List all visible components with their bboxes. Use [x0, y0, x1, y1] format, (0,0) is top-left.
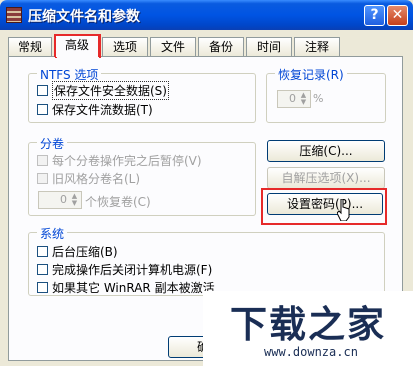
watermark-title: 下载之家: [230, 303, 386, 346]
watermark-url: www.downza.cn: [264, 345, 358, 359]
help-button[interactable]: ?: [364, 5, 385, 26]
tab-advanced[interactable]: 高级: [54, 34, 100, 57]
checkbox-box[interactable]: [37, 155, 48, 166]
background-compress-checkbox[interactable]: 后台压缩(B): [37, 244, 118, 259]
checkbox-label: 完成操作后关闭计算机电源(F): [52, 263, 213, 277]
mouse-cursor-icon: [337, 199, 350, 221]
recovery-unit: %: [313, 92, 324, 105]
pause-after-volume-checkbox[interactable]: 每个分卷操作完之后暂停(V): [37, 153, 202, 168]
checkbox-box[interactable]: [37, 246, 48, 257]
tab-backup[interactable]: 备份: [198, 37, 244, 56]
tab-comment[interactable]: 注释: [294, 37, 340, 56]
close-icon: ✕: [391, 7, 404, 23]
recovery-value: 0: [289, 92, 296, 105]
tab-time[interactable]: 时间: [246, 37, 292, 56]
compress-button[interactable]: 压缩(C)...: [267, 140, 385, 162]
checkbox-label: 后台压缩(B): [52, 245, 118, 259]
system-group-label: 系统: [37, 225, 68, 242]
tab-files[interactable]: 文件: [150, 37, 196, 56]
recovery-volumes-label: 个恢复卷(C): [85, 195, 151, 209]
recovery-spinner[interactable]: 0 ▲ ▼: [277, 90, 311, 108]
recovery-group-label: 恢复记录(R): [275, 66, 347, 83]
save-streams-checkbox[interactable]: 保存文件流数据(T): [37, 102, 153, 117]
checkbox-label: 旧风格分卷名(L): [52, 172, 141, 186]
checkbox-box[interactable]: [37, 85, 48, 96]
password-highlight: [261, 188, 387, 225]
tab-bar: 常规 高级 选项 文件 备份 时间 注释: [6, 34, 406, 57]
checkbox-label: 每个分卷操作完之后暂停(V): [52, 154, 202, 168]
recovery-volumes-value: 0: [60, 193, 67, 206]
tab-options[interactable]: 选项: [102, 37, 148, 56]
winrar-icon: [6, 7, 22, 23]
recovery-volumes-spinner[interactable]: 0 ▲ ▼: [38, 191, 82, 209]
wait-other-copy-checkbox[interactable]: 如果其它 WinRAR 副本被激活: [37, 280, 215, 295]
checkbox-box[interactable]: [37, 104, 48, 115]
spin-arrows-icon[interactable]: ▲ ▼: [69, 193, 80, 207]
checkbox-label: 保存文件流数据(T): [52, 103, 153, 117]
split-group-label: 分卷: [37, 135, 68, 152]
checkbox-box[interactable]: [37, 173, 48, 184]
save-security-checkbox[interactable]: 保存文件安全数据(S): [37, 81, 169, 100]
spin-arrows-icon[interactable]: ▲ ▼: [298, 92, 309, 106]
checkbox-label: 保存文件安全数据(S): [52, 81, 169, 100]
shutdown-checkbox[interactable]: 完成操作后关闭计算机电源(F): [37, 262, 212, 277]
title-bar[interactable]: 压缩文件名和参数 ? ✕: [0, 0, 413, 30]
window-title: 压缩文件名和参数: [28, 9, 140, 25]
close-button[interactable]: ✕: [387, 5, 408, 26]
checkbox-label: 如果其它 WinRAR 副本被激活: [52, 281, 215, 295]
old-style-names-checkbox[interactable]: 旧风格分卷名(L): [37, 171, 140, 186]
checkbox-box[interactable]: [37, 264, 48, 275]
sfx-options-button[interactable]: 自解压选项(X)...: [267, 167, 385, 189]
tab-general[interactable]: 常规: [8, 37, 52, 56]
checkbox-box[interactable]: [37, 282, 48, 293]
